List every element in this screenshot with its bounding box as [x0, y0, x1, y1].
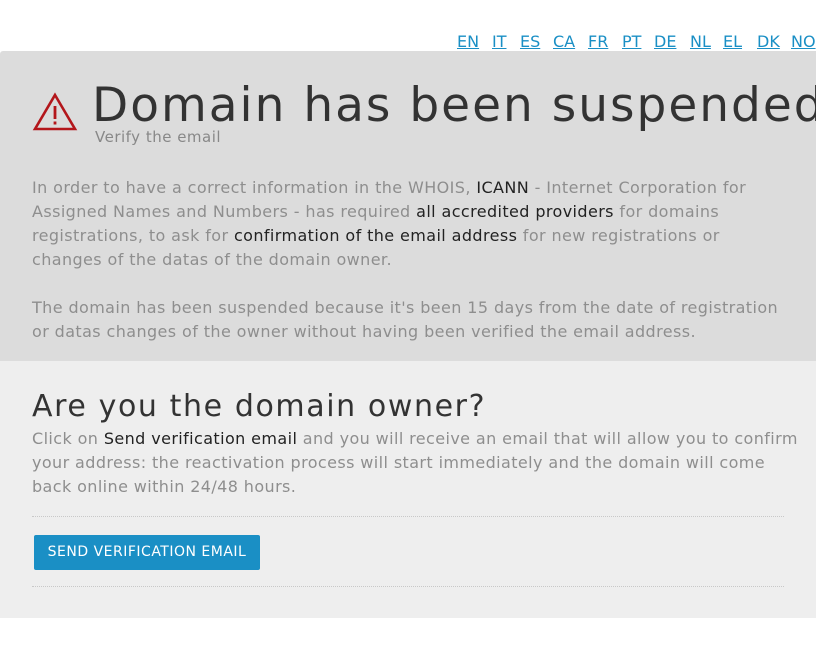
lang-link-el[interactable]: EL	[723, 32, 742, 52]
lang-link-es[interactable]: ES	[520, 32, 540, 52]
divider-bottom	[32, 586, 784, 587]
lang-link-no[interactable]: NO	[791, 32, 816, 52]
send-verification-email-button[interactable]: SEND VERIFICATION EMAIL	[34, 535, 260, 570]
lang-link-it[interactable]: IT	[492, 32, 507, 52]
owner-instructions: Click on Send verification email and you…	[32, 429, 798, 496]
lang-link-en[interactable]: EN	[457, 32, 479, 52]
lang-link-de[interactable]: DE	[654, 32, 676, 52]
lang-link-pt[interactable]: PT	[622, 32, 641, 52]
suspension-notice-panel: Domain has been suspended Verify the ema…	[0, 51, 816, 361]
page-subtitle: Verify the email	[95, 128, 222, 146]
email-confirmation-term: confirmation of the email address	[233, 226, 518, 245]
lang-link-fr[interactable]: FR	[588, 32, 608, 52]
lang-link-ca[interactable]: CA	[553, 32, 575, 52]
divider-top	[32, 516, 784, 517]
icann-explanation: In order to have a correct information i…	[32, 178, 747, 269]
lang-link-nl[interactable]: NL	[690, 32, 711, 52]
icann-term: ICANN	[476, 178, 530, 197]
send-verification-term: Send verification email	[103, 429, 298, 448]
warning-triangle-icon	[32, 92, 78, 132]
language-bar: EN IT ES CA FR PT DE NL EL DK NO	[0, 30, 816, 52]
lang-link-dk[interactable]: DK	[757, 32, 780, 52]
owner-heading: Are you the domain owner?	[32, 389, 487, 424]
suspension-reason: The domain has been suspended because it…	[32, 298, 779, 341]
accredited-providers-term: all accredited providers	[416, 202, 614, 221]
